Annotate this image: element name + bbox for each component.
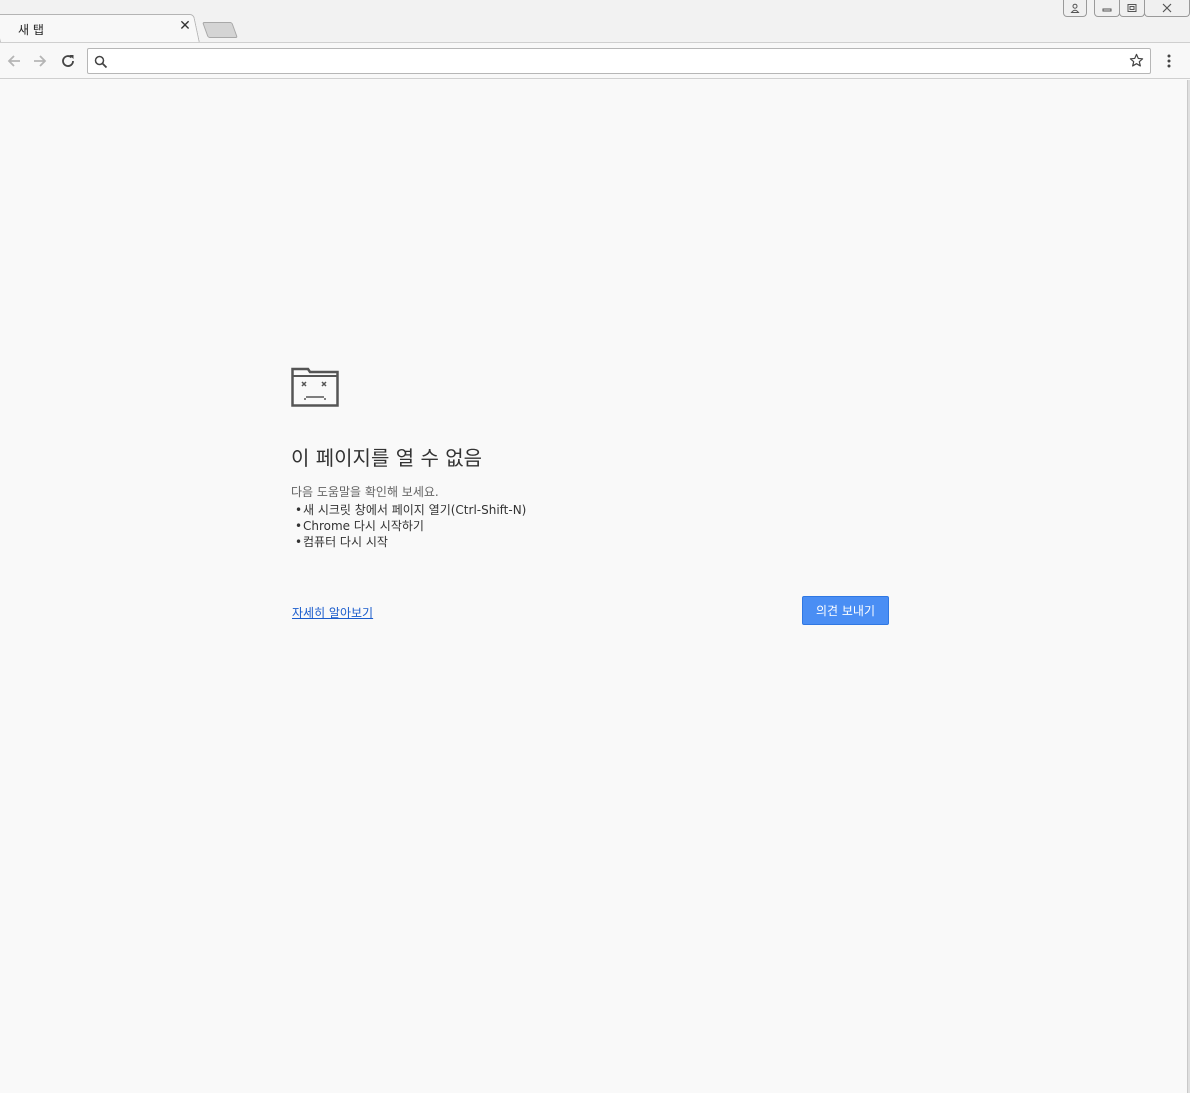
list-item: • Chrome 다시 시작하기 bbox=[295, 518, 535, 534]
suggestion-text: 컴퓨터 다시 시작 bbox=[303, 535, 388, 549]
suggestion-list: • 새 시크릿 창에서 페이지 열기(Ctrl-Shift-N) • Chrome … bbox=[295, 502, 535, 550]
tab-close-icon[interactable]: ✕ bbox=[178, 19, 192, 33]
new-tab-button[interactable] bbox=[202, 22, 238, 38]
sad-tab-icon bbox=[291, 365, 339, 407]
bullet: • bbox=[295, 535, 303, 549]
back-icon[interactable] bbox=[3, 50, 25, 72]
learn-more-link[interactable]: 자세히 알아보기 bbox=[292, 604, 373, 621]
star-icon[interactable] bbox=[1129, 53, 1144, 72]
close-window-icon[interactable] bbox=[1144, 0, 1190, 17]
bullet: • bbox=[295, 503, 303, 517]
toolbar bbox=[0, 42, 1190, 79]
minimize-icon[interactable] bbox=[1094, 0, 1120, 17]
tab-new-tab[interactable]: 새 탭 ✕ bbox=[0, 14, 200, 43]
tab-title: 새 탭 bbox=[18, 23, 44, 37]
forward-icon[interactable] bbox=[29, 50, 51, 72]
list-item: • 새 시크릿 창에서 페이지 열기(Ctrl-Shift-N) bbox=[295, 502, 535, 518]
suggestion-text: Chrome 다시 시작하기 bbox=[303, 519, 424, 533]
title-bar: 새 탭 ✕ bbox=[0, 0, 1190, 43]
search-icon bbox=[94, 54, 108, 73]
error-subtitle: 다음 도움말을 확인해 보세요. bbox=[291, 485, 439, 499]
profile-icon[interactable] bbox=[1063, 0, 1087, 17]
bullet: • bbox=[295, 519, 303, 533]
list-item: • 컴퓨터 다시 시작 bbox=[295, 534, 535, 550]
suggestion-text: 새 시크릿 창에서 페이지 열기(Ctrl-Shift-N) bbox=[303, 503, 527, 517]
menu-icon[interactable] bbox=[1158, 50, 1180, 72]
error-title: 이 페이지를 열 수 없음 bbox=[291, 446, 483, 470]
address-bar[interactable] bbox=[87, 48, 1151, 74]
reload-icon[interactable] bbox=[57, 50, 79, 72]
send-feedback-button[interactable]: 의견 보내기 bbox=[802, 596, 889, 625]
address-input[interactable] bbox=[114, 52, 1118, 72]
restore-icon[interactable] bbox=[1119, 0, 1145, 17]
